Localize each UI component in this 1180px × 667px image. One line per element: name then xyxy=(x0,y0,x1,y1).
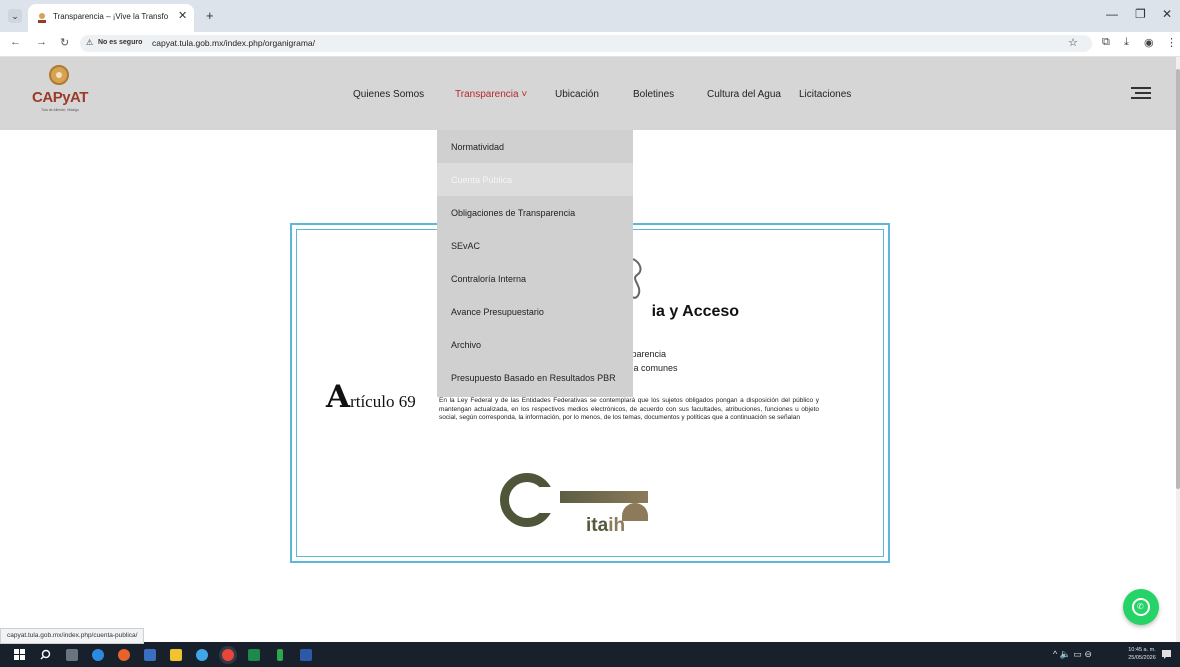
dropdown-item-archivo[interactable]: Archivo xyxy=(437,328,633,361)
whatsapp-button[interactable]: ✆ xyxy=(1123,589,1159,625)
address-toolbar: ← → ↻ ⚠ No es seguro capyat.tula.gob.mx/… xyxy=(0,32,1180,57)
logo-emblem-icon xyxy=(49,65,69,85)
capyat-logo[interactable]: CAPyAT Tula de Allende, Hidalgo xyxy=(30,65,90,125)
nav-cultura-del-agua[interactable]: Cultura del Agua xyxy=(707,89,781,100)
word-icon[interactable] xyxy=(300,649,312,661)
nav-ubicacion[interactable]: Ubicación xyxy=(555,89,599,100)
firefox-icon[interactable] xyxy=(118,649,130,661)
tab-title: Transparencia – ¡Vive la Transfo xyxy=(53,12,169,21)
extensions-icon[interactable]: ⧉ xyxy=(1102,36,1110,49)
dropdown-item-cuenta-publica[interactable]: Cuenta Pública xyxy=(437,163,633,196)
new-tab-button[interactable]: + xyxy=(206,8,214,23)
address-bar[interactable]: ⚠ No es seguro capyat.tula.gob.mx/index.… xyxy=(80,35,1092,52)
site-favicon-icon xyxy=(38,13,46,23)
tab-close-icon[interactable]: ✕ xyxy=(178,9,187,22)
itaih-logo: itaih xyxy=(586,515,626,536)
logo-text: CAPyAT xyxy=(32,89,88,106)
profile-icon[interactable]: ◉ xyxy=(1144,36,1154,49)
warning-icon: ⚠ xyxy=(86,38,94,47)
url-text[interactable]: capyat.tula.gob.mx/index.php/organigrama… xyxy=(152,38,315,48)
download-icon[interactable]: ⤓ xyxy=(1124,36,1129,49)
dropdown-item-obligaciones[interactable]: Obligaciones de Transparencia xyxy=(437,196,633,229)
app-icon[interactable] xyxy=(196,649,208,661)
nav-boletines[interactable]: Boletines xyxy=(633,89,674,100)
nav-licitaciones[interactable]: Licitaciones xyxy=(799,89,851,100)
hamburger-menu-icon[interactable] xyxy=(1129,86,1153,100)
notification-icon[interactable] xyxy=(1161,649,1172,660)
nav-quienes-somos[interactable]: Quienes Somos xyxy=(353,89,424,100)
key-shaft-shape xyxy=(560,491,648,503)
dropdown-item-contraloria[interactable]: Contraloría Interna xyxy=(437,262,633,295)
dropdown-item-pbr[interactable]: Presupuesto Basado en Resultados PBR xyxy=(437,361,633,394)
minimize-button[interactable]: — xyxy=(1106,7,1118,21)
browser-tab[interactable]: Transparencia – ¡Vive la Transfo ✕ xyxy=(28,4,194,32)
download-app-icon[interactable] xyxy=(277,649,283,661)
dropdown-item-sevac[interactable]: SEvAC xyxy=(437,229,633,262)
transparencia-dropdown: Normatividad Cuenta Pública Obligaciones… xyxy=(437,130,633,397)
article-description: En la Ley Federal y de las Entidades Fed… xyxy=(439,397,819,421)
menu-dots-icon[interactable]: ⋮ xyxy=(1166,36,1177,49)
taskbar-clock[interactable]: 10:45 a. m. 25/05/2026 xyxy=(1125,646,1159,662)
back-button[interactable]: ← xyxy=(10,36,21,48)
system-tray-icons[interactable]: ^ 🔈 ▭ ⊖ xyxy=(1053,649,1092,660)
page-scrollbar[interactable] xyxy=(1176,57,1180,642)
browser-tab-bar: ⌄ Transparencia – ¡Vive la Transfo ✕ + —… xyxy=(0,0,1180,32)
chrome-icon[interactable] xyxy=(222,649,234,661)
logo-subtitle: Tula de Allende, Hidalgo xyxy=(41,108,79,112)
link-status-bar: capyat.tula.gob.mx/index.php/cuenta-publ… xyxy=(0,628,145,644)
web-page: CAPyAT Tula de Allende, Hidalgo Quienes … xyxy=(0,57,1176,642)
windows-start-icon[interactable] xyxy=(14,649,25,660)
calculator-icon[interactable] xyxy=(144,649,156,661)
file-explorer-icon[interactable] xyxy=(170,649,182,661)
dropdown-item-avance-presupuestario[interactable]: Avance Presupuestario xyxy=(437,295,633,328)
article-heading: Artículo 69 xyxy=(326,379,416,415)
site-header: CAPyAT Tula de Allende, Hidalgo Quienes … xyxy=(0,57,1176,130)
dropdown-item-normatividad[interactable]: Normatividad xyxy=(437,130,633,163)
task-view-icon[interactable] xyxy=(66,649,78,661)
excel-icon[interactable] xyxy=(248,649,260,661)
bookmark-star-icon[interactable]: ☆ xyxy=(1068,36,1078,49)
windows-taskbar: ^ 🔈 ▭ ⊖ 10:45 a. m. 25/05/2026 xyxy=(0,642,1180,667)
restore-button[interactable]: ❐ xyxy=(1135,7,1146,21)
close-window-button[interactable]: ✕ xyxy=(1162,7,1172,21)
edge-icon[interactable] xyxy=(92,649,104,661)
forward-button[interactable]: → xyxy=(36,36,47,48)
search-icon[interactable] xyxy=(40,649,51,660)
reload-button[interactable]: ↻ xyxy=(60,36,69,49)
security-label[interactable]: No es seguro xyxy=(98,39,142,46)
nav-transparencia[interactable]: Transparencia ˅ xyxy=(455,89,527,100)
scrollbar-thumb[interactable] xyxy=(1176,69,1180,489)
tab-search-button[interactable]: ⌄ xyxy=(8,9,22,23)
